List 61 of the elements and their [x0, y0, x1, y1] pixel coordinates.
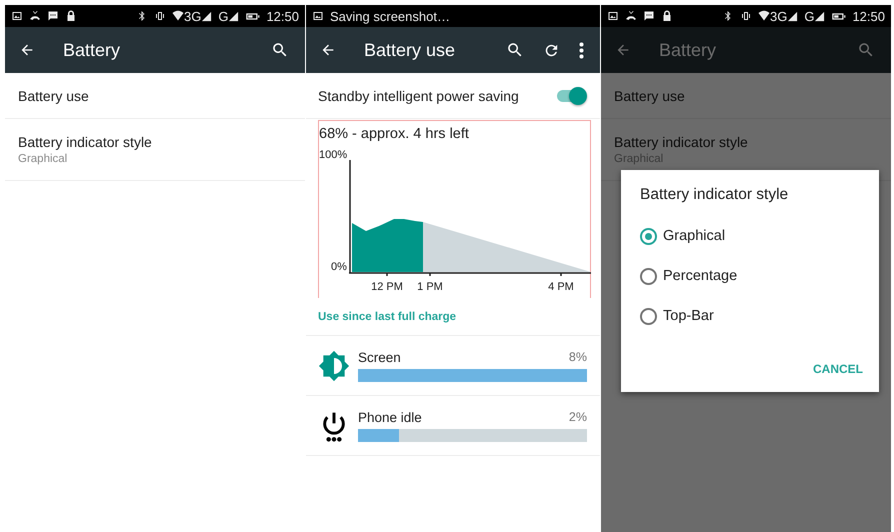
usage-name: Screen — [358, 350, 401, 364]
axis-label: 4 PM — [548, 281, 574, 293]
network-label: G — [218, 8, 228, 24]
signal-icon — [787, 10, 798, 22]
usage-item[interactable]: Screen 8% — [306, 336, 600, 396]
usage-name: Phone idle — [358, 410, 422, 424]
option-label[interactable]: Top-Bar — [663, 308, 714, 324]
notification-text: Saving screenshot… — [330, 8, 450, 24]
usage-item[interactable]: Phone idle 2% — [306, 396, 600, 456]
vibrate-icon — [740, 10, 752, 22]
app-bar-title: Battery — [63, 40, 120, 60]
wifi-icon — [172, 10, 184, 22]
lock-icon — [65, 10, 77, 22]
vibrate-icon — [154, 10, 166, 22]
toggle-label: Standby intelligent power saving — [318, 88, 519, 104]
search-icon — [506, 41, 524, 59]
image-icon — [312, 10, 324, 22]
radio-button[interactable] — [640, 228, 657, 244]
settings-item[interactable]: Battery use — [5, 73, 305, 119]
option-label[interactable]: Percentage — [663, 268, 738, 284]
app-bar-title: Battery — [659, 40, 716, 60]
power-saving-switch[interactable] — [557, 86, 587, 104]
wifi-icon — [758, 10, 770, 22]
charge-area — [352, 219, 423, 272]
item-summary: Graphical — [18, 153, 68, 165]
clock: 12:50 — [852, 8, 885, 24]
section-header: Use since last full charge — [306, 298, 600, 336]
settings-item[interactable]: Battery indicator style Graphical — [5, 119, 305, 181]
message-icon — [643, 10, 655, 22]
network-label: G — [804, 8, 814, 24]
axis-label: 12 PM — [371, 281, 403, 293]
app-bar-title: Battery use — [364, 40, 456, 60]
option-label[interactable]: Graphical — [663, 228, 726, 244]
signal-icon — [814, 10, 826, 22]
message-icon — [47, 10, 59, 22]
back-arrow-icon[interactable] — [19, 42, 35, 58]
search-icon — [271, 41, 289, 59]
network-label: 3G — [770, 8, 788, 24]
lock-icon — [661, 10, 673, 22]
brightness-icon — [318, 350, 350, 382]
back-arrow-icon[interactable] — [320, 42, 336, 58]
clock: 12:50 — [266, 8, 299, 24]
image-icon — [11, 10, 23, 22]
axis-label: 0% — [331, 261, 347, 273]
settings-item[interactable]: Battery use — [601, 73, 891, 119]
more-options-icon — [578, 42, 584, 58]
radio-button[interactable] — [640, 308, 657, 324]
image-icon — [607, 10, 619, 22]
signal-icon — [201, 10, 212, 22]
search-icon — [857, 41, 875, 59]
missed-call-icon — [625, 10, 637, 22]
usage-percent: 2% — [568, 410, 587, 424]
usage-percent: 8% — [568, 350, 587, 364]
axis-label: 100% — [319, 149, 348, 161]
radio-button[interactable] — [640, 268, 657, 284]
network-label: 3G — [184, 8, 202, 24]
chart-title: 68% - approx. 4 hrs left — [319, 126, 470, 142]
missed-call-icon — [29, 10, 41, 22]
signal-icon — [228, 10, 240, 22]
dialog-title: Battery indicator style — [640, 186, 790, 204]
axis-label: 1 PM — [417, 281, 443, 293]
